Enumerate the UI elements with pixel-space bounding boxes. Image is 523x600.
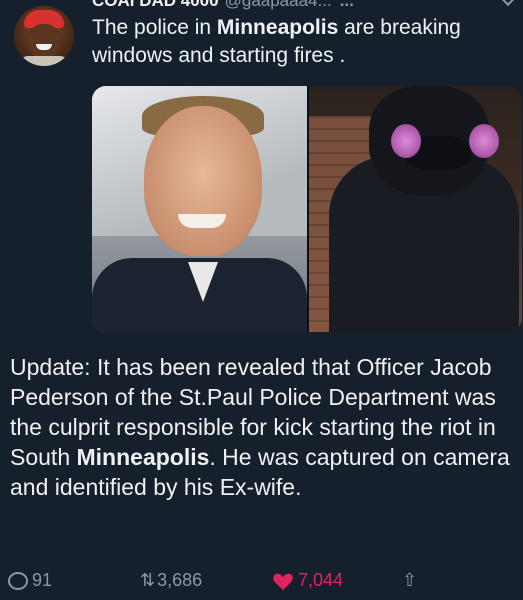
author-handle[interactable]: @gaapaaa4... — [225, 0, 332, 10]
masked-person-photo[interactable] — [309, 86, 522, 332]
tweet-text-bold[interactable]: Minneapolis — [217, 16, 338, 39]
avatar-face — [28, 24, 60, 58]
avatar-shirt — [20, 56, 68, 66]
tweet-text: The police in Minneapolis are breaking w… — [92, 14, 512, 70]
share-icon: ⇧ — [402, 570, 418, 590]
retweet-icon: ⇅ — [140, 570, 155, 590]
smiling-officer-photo[interactable] — [92, 86, 307, 332]
tweet-media[interactable] — [92, 86, 522, 332]
mask-filter-right — [469, 124, 499, 158]
like-button[interactable]: 7,044 — [272, 570, 343, 591]
author-display-name[interactable]: COAI DAD 4000 — [92, 0, 219, 10]
officer-smile — [178, 214, 226, 228]
share-button[interactable]: ⇧ — [402, 570, 417, 591]
tweet-card: COAI DAD 4000 @gaapaaa4...... The police … — [0, 0, 523, 600]
reply-icon — [8, 571, 28, 590]
caption-text: Update: It has been revealed that Office… — [10, 352, 510, 502]
tweet-header: COAI DAD 4000 @gaapaaa4...... — [92, 0, 512, 11]
tweet-text-part1: The police in — [92, 16, 217, 39]
avatar[interactable] — [14, 6, 74, 66]
retweet-button[interactable]: ⇅ 3,686 — [140, 570, 202, 591]
officer-head — [144, 106, 262, 256]
header-more: ... — [339, 0, 354, 10]
mask-filter-left — [391, 124, 421, 158]
like-count: 7,044 — [298, 570, 344, 590]
reply-count: 91 — [32, 570, 53, 590]
caption-bold: Minneapolis — [76, 444, 210, 470]
heart-icon — [273, 573, 293, 590]
reply-button[interactable]: 91 — [8, 570, 52, 591]
retweet-count: 3,686 — [157, 570, 203, 590]
tweet-actions: 91 ⇅ 3,686 7,044 ⇧ — [0, 566, 523, 596]
